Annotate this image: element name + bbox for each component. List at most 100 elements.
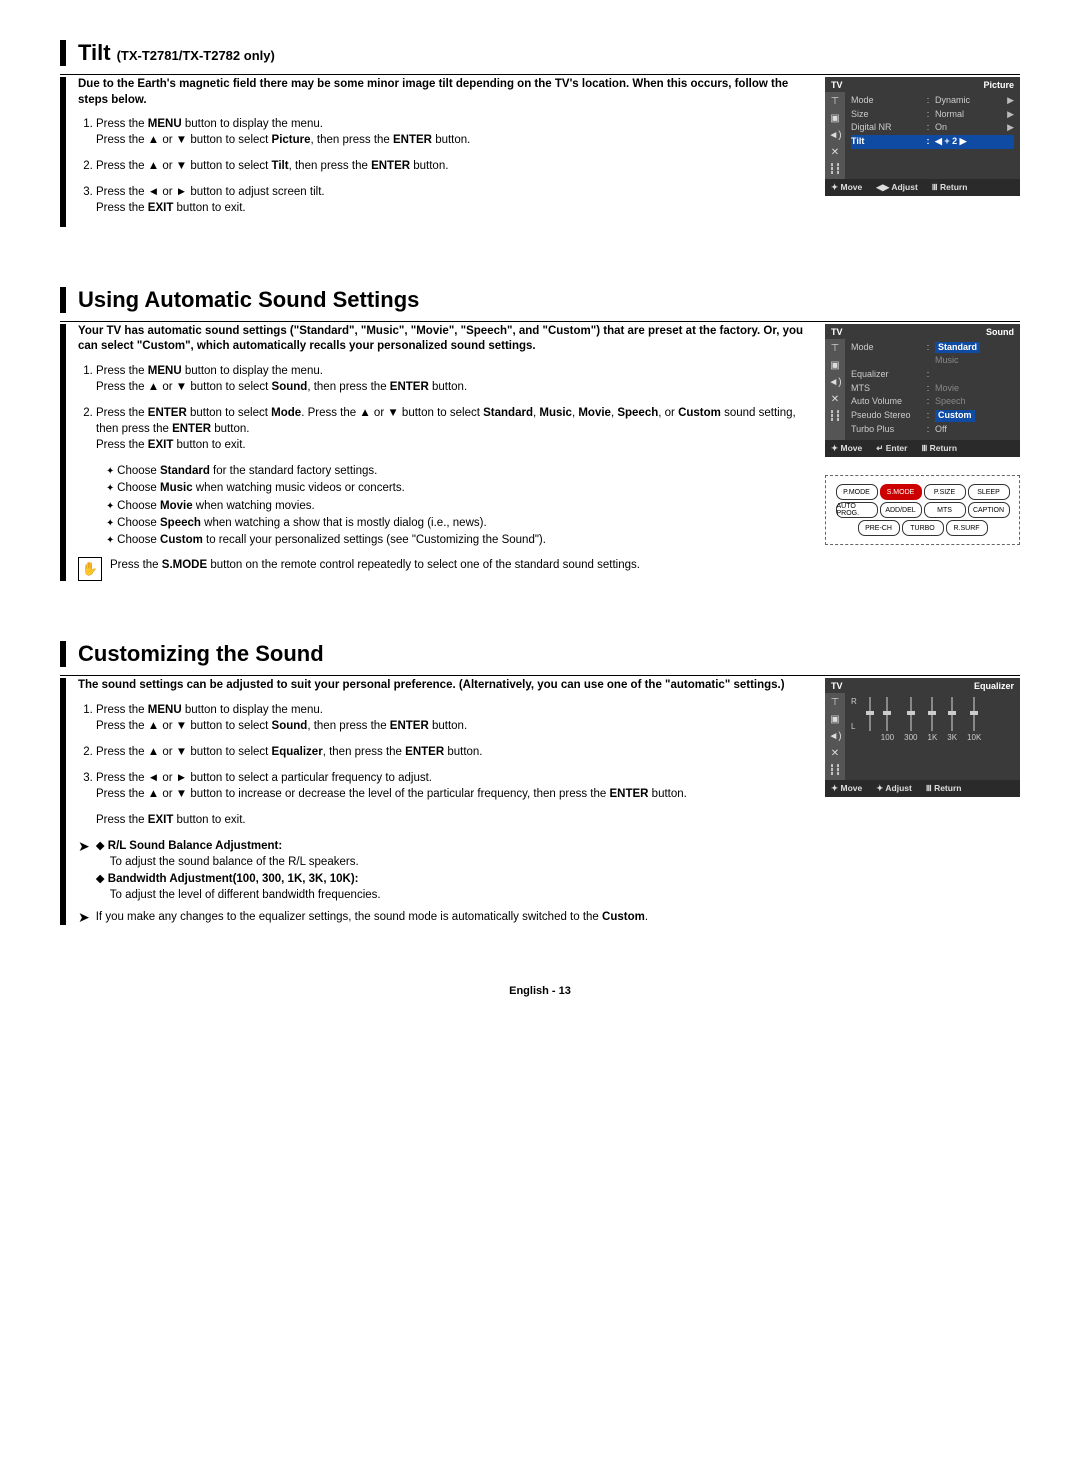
page-footer: English - 13 xyxy=(60,985,1020,997)
bullet-movie: Choose Movie when watching movies. xyxy=(106,498,815,515)
osd-sidebar-icons: ⊤ ▣ ◄) ✕ ┇┇ xyxy=(825,339,845,441)
osd-row: Pseudo Stereo:Custom xyxy=(851,409,1014,423)
sound-icon: ◄) xyxy=(828,130,841,141)
section-auto-sound: Using Automatic Sound Settings Your TV h… xyxy=(60,287,1020,582)
eq-band: 10K xyxy=(967,697,981,742)
divider xyxy=(60,321,1020,322)
rl-balance-body: To adjust the sound balance of the R/L s… xyxy=(110,854,381,870)
osd-picture-label: Picture xyxy=(983,80,1014,90)
eq-band: 1K xyxy=(928,697,938,742)
remote-button-psize: P.SIZE xyxy=(924,484,966,500)
tilt-step-2: Press the ▲ or ▼ button to select Tilt, … xyxy=(96,158,815,174)
title-custom-sound: Customizing the Sound xyxy=(78,641,324,667)
cs-exit: Press the EXIT button to exit. xyxy=(96,812,815,828)
sound-icon: ◄) xyxy=(828,377,841,388)
section-customizing-sound: Customizing the Sound The sound settings… xyxy=(60,641,1020,925)
osd-eq-footer: ✦ Move✦ AdjustⅢ Return xyxy=(825,780,1020,797)
bandwidth-body: To adjust the level of different bandwid… xyxy=(110,887,381,903)
remote-button-rsurf: R.SURF xyxy=(946,520,988,536)
osd-row: Mode:Standard xyxy=(851,341,1014,355)
rl-balance-title: R/L Sound Balance Adjustment: xyxy=(96,838,381,854)
osd-sound-label: Sound xyxy=(986,327,1014,337)
sliders-icon: ┇┇ xyxy=(829,411,841,422)
auto-sound-body: Your TV has automatic sound settings ("S… xyxy=(60,324,815,582)
picture-icon: ▣ xyxy=(830,714,839,725)
osd-sound-footer: ✦ Move↵ EnterⅢ Return xyxy=(825,440,1020,457)
osd-row: Size:Normal▶ xyxy=(851,108,1014,122)
sound-icon: ◄) xyxy=(828,731,841,742)
osd-row: Mode:Dynamic▶ xyxy=(851,94,1014,108)
osd-row: Equalizer: xyxy=(851,368,1014,382)
remote-diagram: P.MODES.MODEP.SIZESLEEP AUTO PROG.ADD/DEL… xyxy=(825,475,1020,545)
osd-picture-footer: ✦ Move◀▶ AdjustⅢ Return xyxy=(825,179,1020,196)
title-row: Using Automatic Sound Settings xyxy=(60,287,1020,313)
eq-band: 3K xyxy=(947,697,957,742)
title-row: Tilt (TX-T2781/TX-T2782 only) xyxy=(60,40,1020,66)
subtitle-tilt: (TX-T2781/TX-T2782 only) xyxy=(117,48,275,66)
arrow-icon: ➤ xyxy=(78,839,90,902)
smode-note: ✋ Press the S.MODE button on the remote … xyxy=(78,557,815,581)
custom-sound-steps: Press the MENU button to display the men… xyxy=(78,702,815,802)
divider xyxy=(60,675,1020,676)
osd-row: Turbo Plus:Off xyxy=(851,423,1014,437)
remote-button-smode: S.MODE xyxy=(880,484,922,500)
osd-sidebar-icons: ⊤ ▣ ◄) ✕ ┇┇ xyxy=(825,693,845,780)
remote-hand-icon: ✋ xyxy=(78,557,102,581)
bullet-standard: Choose Standard for the standard factory… xyxy=(106,463,815,480)
picture-icon: ▣ xyxy=(830,113,839,124)
divider xyxy=(60,74,1020,75)
osd-tv-label: TV xyxy=(831,327,843,337)
auto-sound-steps: Press the MENU button to display the men… xyxy=(78,363,815,453)
osd-row: MTS:Movie xyxy=(851,382,1014,396)
sound-mode-bullets: Choose Standard for the standard factory… xyxy=(106,463,815,549)
bullet-music: Choose Music when watching music videos … xyxy=(106,480,815,497)
setup-icon: ✕ xyxy=(831,147,839,158)
bandwidth-title: Bandwidth Adjustment(100, 300, 1K, 3K, 1… xyxy=(96,871,381,887)
as-step-2: Press the ENTER button to select Mode. P… xyxy=(96,405,815,453)
osd-tv-label: TV xyxy=(831,80,843,90)
custom-note: ➤ If you make any changes to the equaliz… xyxy=(78,909,815,925)
picture-icon: ▣ xyxy=(830,360,839,371)
as-step-1: Press the MENU button to display the men… xyxy=(96,363,815,395)
cs-step-2: Press the ▲ or ▼ button to select Equali… xyxy=(96,744,815,760)
bullet-speech: Choose Speech when watching a show that … xyxy=(106,515,815,532)
tilt-intro: Due to the Earth's magnetic field there … xyxy=(78,77,815,108)
antenna-icon: ⊤ xyxy=(831,96,840,107)
remote-button-pmode: P.MODE xyxy=(836,484,878,500)
osd-eq-label: Equalizer xyxy=(974,681,1014,691)
adjustment-list: Bandwidth Adjustment(100, 300, 1K, 3K, 1… xyxy=(96,871,381,887)
eq-band: 300 xyxy=(904,697,917,742)
eq-band: 100 xyxy=(881,697,894,742)
remote-button-autoprog: AUTO PROG. xyxy=(836,502,878,518)
tilt-steps: Press the MENU button to display the men… xyxy=(78,116,815,216)
osd-equalizer: TV Equalizer ⊤ ▣ ◄) ✕ ┇┇ RL1003001K3K10K… xyxy=(825,678,1020,797)
tilt-step-3: Press the ◄ or ► button to adjust screen… xyxy=(96,184,815,216)
sliders-icon: ┇┇ xyxy=(829,765,841,776)
tilt-body: Due to the Earth's magnetic field there … xyxy=(60,77,815,227)
osd-sound: TV Sound ⊤ ▣ ◄) ✕ ┇┇ Mode:StandardMusicE… xyxy=(825,324,1020,458)
setup-icon: ✕ xyxy=(831,748,839,759)
balance-note: ➤ R/L Sound Balance Adjustment: To adjus… xyxy=(78,838,815,902)
osd-picture: TV Picture ⊤ ▣ ◄) ✕ ┇┇ Mode:Dynamic▶Size… xyxy=(825,77,1020,196)
auto-sound-intro: Your TV has automatic sound settings ("S… xyxy=(78,324,815,355)
setup-icon: ✕ xyxy=(831,394,839,405)
bullet-custom: Choose Custom to recall your personalize… xyxy=(106,532,815,549)
custom-sound-intro: The sound settings can be adjusted to su… xyxy=(78,678,815,694)
remote-button-sleep: SLEEP xyxy=(968,484,1010,500)
sliders-icon: ┇┇ xyxy=(829,164,841,175)
title-auto-sound: Using Automatic Sound Settings xyxy=(78,287,419,313)
remote-button-mts: MTS xyxy=(924,502,966,518)
antenna-icon: ⊤ xyxy=(831,343,840,354)
osd-row: Digital NR:On▶ xyxy=(851,121,1014,135)
osd-sidebar-icons: ⊤ ▣ ◄) ✕ ┇┇ xyxy=(825,92,845,179)
title-row: Customizing the Sound xyxy=(60,641,1020,667)
eq-graph: RL1003001K3K10K xyxy=(845,693,1020,780)
remote-button-prech: PRE-CH xyxy=(858,520,900,536)
cs-step-3: Press the ◄ or ► button to select a part… xyxy=(96,770,815,802)
antenna-icon: ⊤ xyxy=(831,697,840,708)
remote-button-adddel: ADD/DEL xyxy=(880,502,922,518)
osd-row: Tilt:◀ + 2 ▶ xyxy=(851,135,1014,149)
title-tilt: Tilt xyxy=(78,40,111,66)
remote-button-caption: CAPTION xyxy=(968,502,1010,518)
tilt-step-1: Press the MENU button to display the men… xyxy=(96,116,815,148)
